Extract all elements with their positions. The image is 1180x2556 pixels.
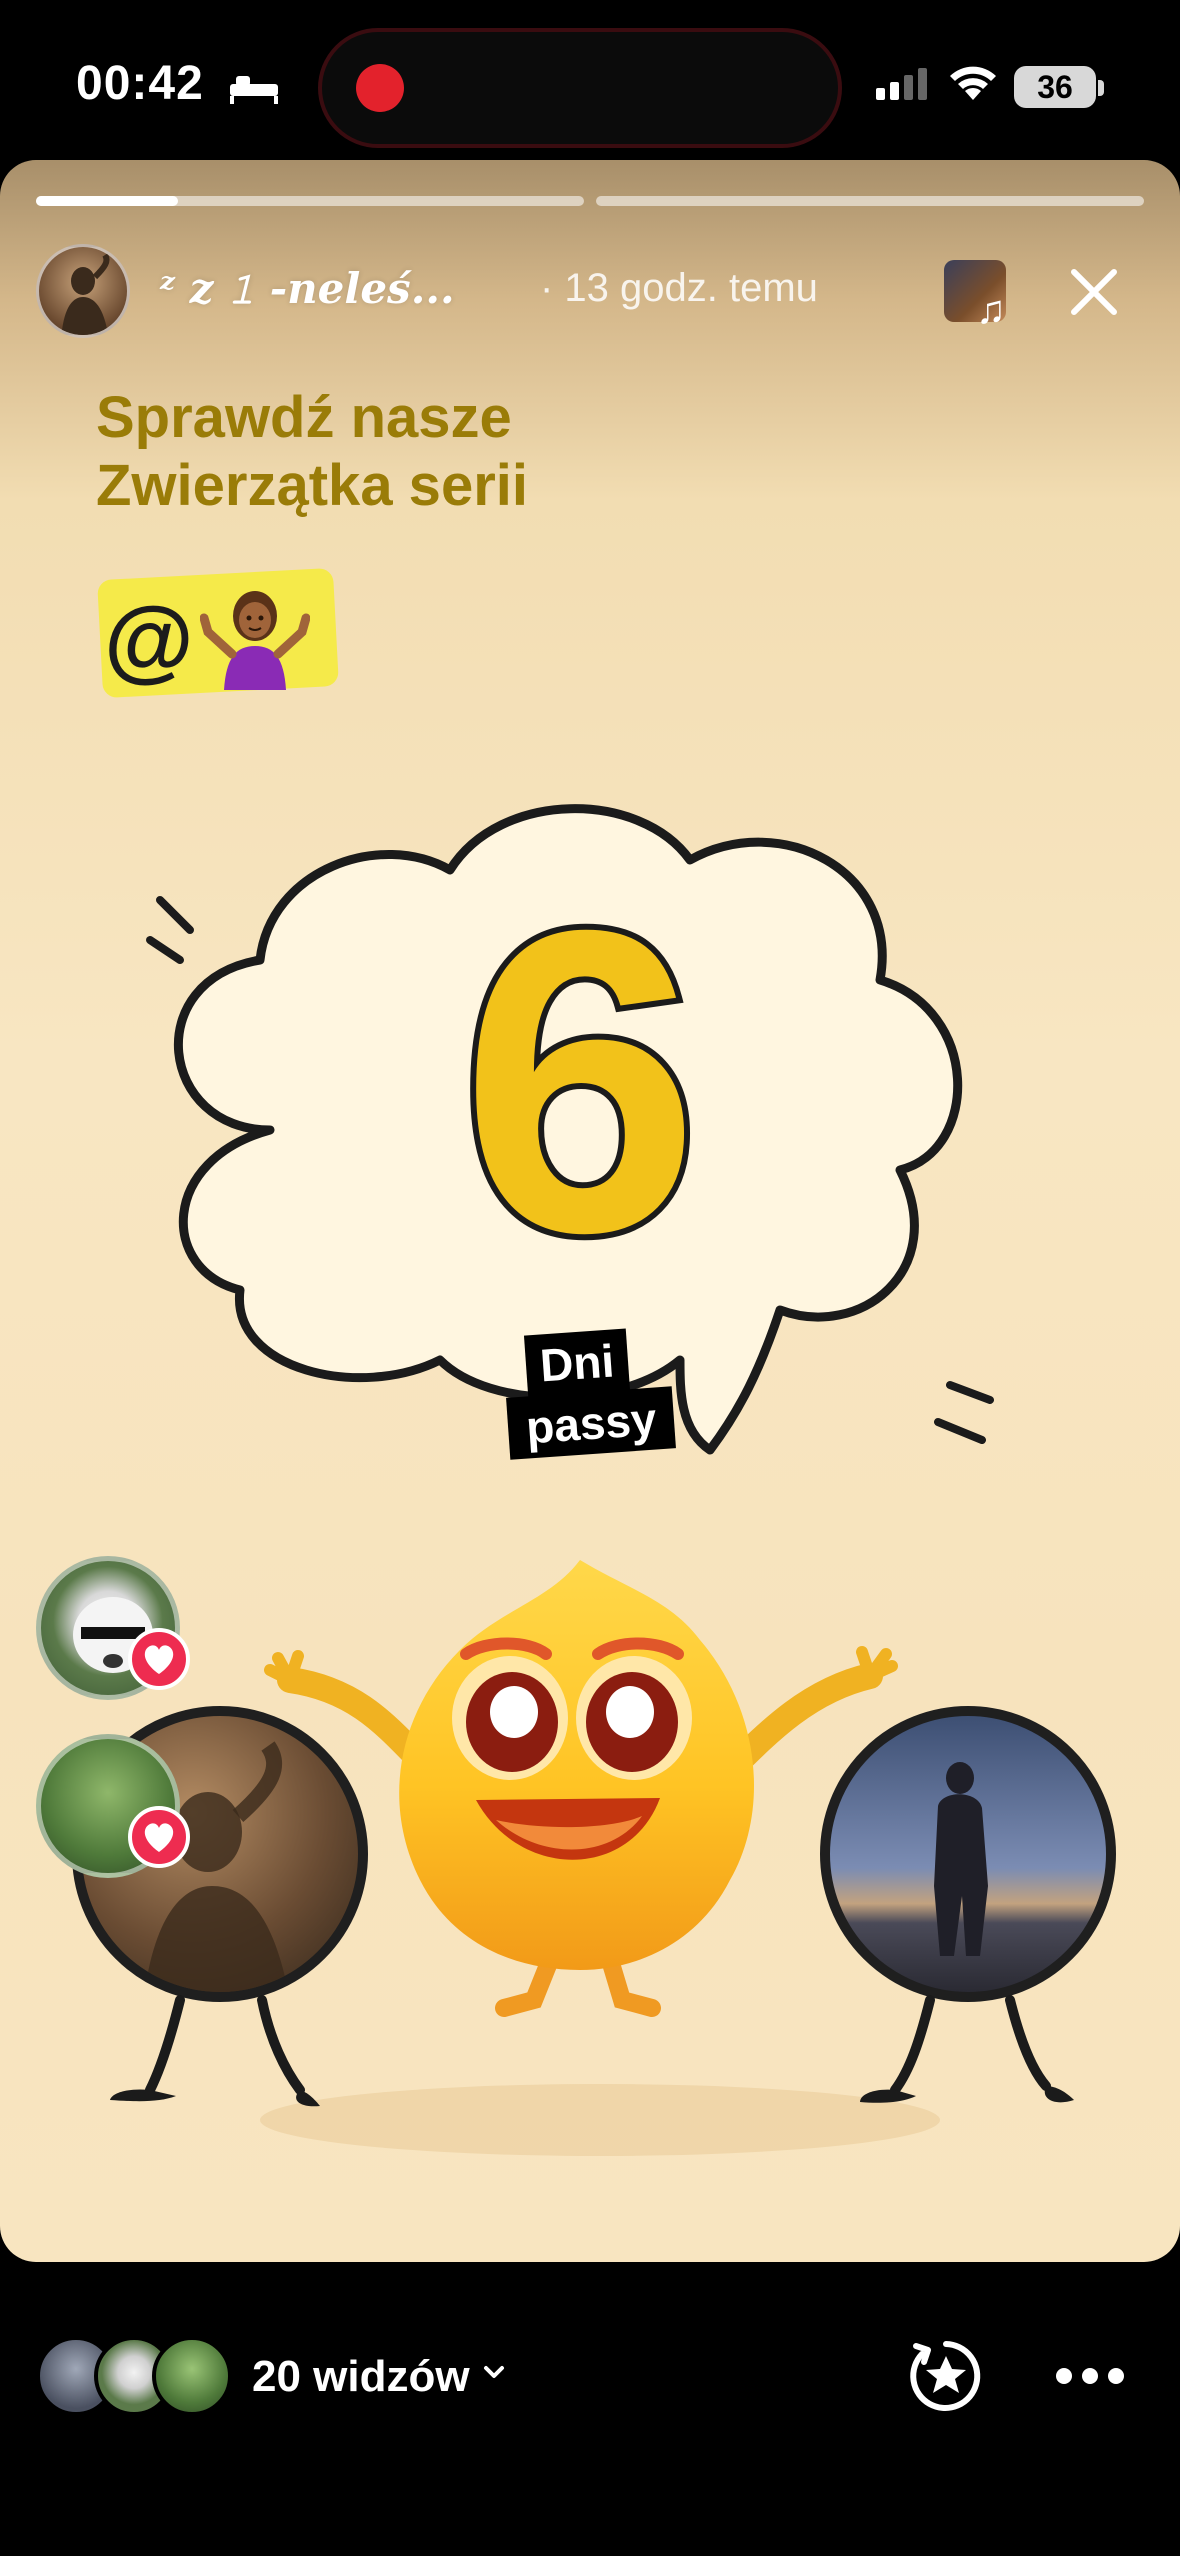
story-progress-segment-2: [596, 196, 1144, 206]
story-progress-segment-1: [36, 196, 584, 206]
heart-icon: [144, 1645, 174, 1674]
battery-tip: [1098, 80, 1104, 96]
clock-time: 00:42: [76, 57, 204, 110]
story-viewer-screen: 00:42 36 ᶻ z 𝟷 -𝒏𝒆𝒍𝒆ś... · 13 godz. temu…: [0, 0, 1180, 2556]
headline-line-2: Zwierzątka serii: [96, 453, 528, 518]
close-icon[interactable]: [1066, 264, 1122, 320]
story-progress-fill: [36, 196, 179, 206]
more-dots-icon[interactable]: [1054, 2366, 1126, 2386]
mention-sticker[interactable]: @: [104, 588, 194, 693]
viewer-count[interactable]: 20 widzów: [252, 2352, 470, 2402]
silhouette-icon: [61, 253, 110, 335]
viewer-avatar-3[interactable]: [152, 2336, 232, 2416]
cellular-signal-icon: [876, 68, 927, 100]
music-note-icon: ♫: [976, 288, 1006, 332]
status-bar: 00:42 36: [0, 0, 1180, 160]
heart-icon: [144, 1823, 174, 1852]
story-card[interactable]: ᶻ z 𝟷 -𝒏𝒆𝒍𝒆ś... · 13 godz. temu ♫ Sprawd…: [0, 160, 1180, 2262]
recording-indicator-icon: [356, 64, 404, 112]
star-highlight-icon[interactable]: [906, 2336, 986, 2416]
person-shrugging-emoji-icon: [200, 591, 310, 690]
sleep-focus-icon: [230, 76, 278, 104]
dynamic-island[interactable]: [318, 28, 842, 148]
like-badge: [128, 1628, 190, 1690]
battery-indicator: 36: [1014, 66, 1096, 108]
post-timestamp: · 13 godz. temu: [540, 266, 818, 310]
streak-number-graphic: 6: [454, 880, 705, 1280]
headline-line-1: Sprawdź nasze: [96, 385, 512, 450]
like-badge: [128, 1806, 190, 1868]
story-headline: Sprawdź nasze Zwierzątka serii: [96, 384, 696, 520]
author-avatar[interactable]: [36, 244, 130, 338]
streak-number: 6: [460, 880, 699, 1280]
streak-label-line-1: Dni: [523, 1328, 631, 1398]
flame-mascot-illustration: [264, 1560, 898, 2017]
author-username[interactable]: ᶻ z 𝟷 -𝒏𝒆𝒍𝒆ś...: [160, 264, 455, 314]
chevron-down-icon[interactable]: [480, 2358, 508, 2386]
wifi-icon: [950, 66, 996, 100]
streak-label-line-2: passy: [506, 1386, 677, 1460]
